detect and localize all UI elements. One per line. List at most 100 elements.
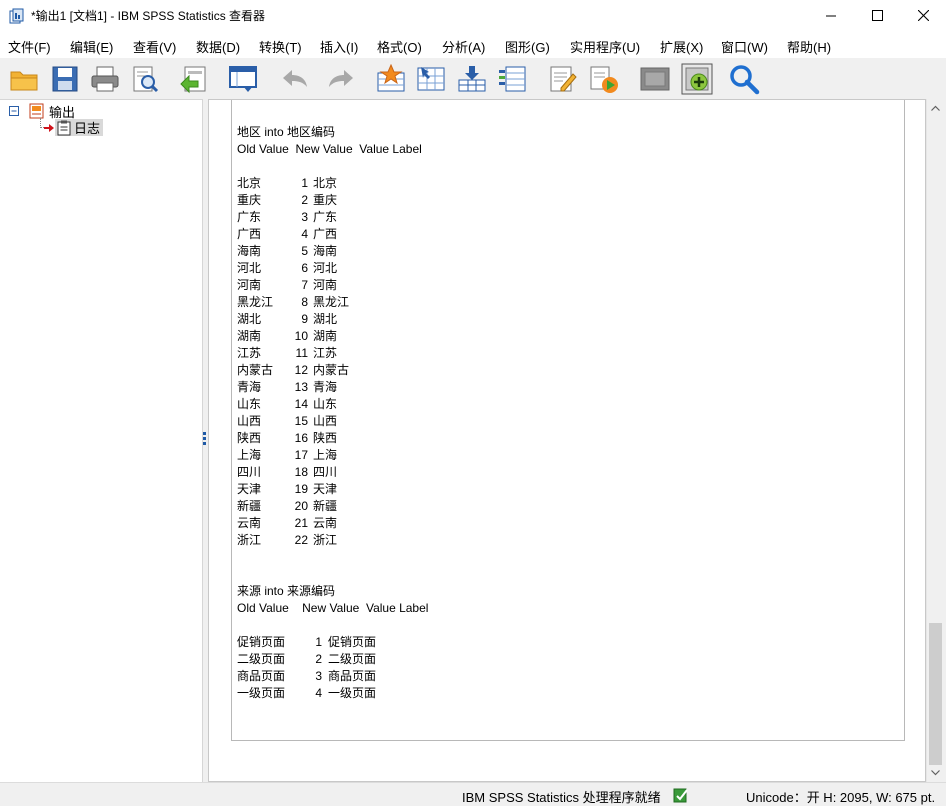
menu-insert[interactable]: 插入(I) xyxy=(320,37,358,56)
open-folder-icon xyxy=(10,71,38,91)
redo-button[interactable] xyxy=(324,62,358,96)
log-row: 湖南 10 湖南 xyxy=(237,328,428,345)
menu-data[interactable]: 数据(D) xyxy=(196,37,240,56)
maximize-button[interactable] xyxy=(854,0,900,31)
value-label: 天津 xyxy=(313,482,338,496)
save-button[interactable] xyxy=(48,62,82,96)
block2-heading: 来源 into 来源编码 xyxy=(237,584,336,598)
maximize-icon xyxy=(871,10,883,21)
value-label: 陕西 xyxy=(313,431,338,445)
add-item-button[interactable] xyxy=(680,62,714,96)
run-syntax-button[interactable] xyxy=(587,62,621,96)
menu-utilities[interactable]: 实用程序(U) xyxy=(570,37,640,56)
log-row: 重庆 2 重庆 xyxy=(237,192,428,209)
find-icon xyxy=(730,65,760,95)
value-label: 广东 xyxy=(313,210,338,224)
value-label: 内蒙古 xyxy=(313,363,350,377)
goto-data-button[interactable] xyxy=(226,62,260,96)
goto-variable-button[interactable] xyxy=(414,62,448,96)
new-value: 19 xyxy=(294,482,308,496)
new-value: 5 xyxy=(301,244,308,258)
designate-window-button[interactable] xyxy=(638,62,672,96)
tree-child-node[interactable]: 日志 xyxy=(43,119,104,136)
designate-window-icon xyxy=(640,67,670,91)
open-button[interactable] xyxy=(7,62,41,96)
new-value: 2 xyxy=(301,193,308,207)
processor-status: IBM SPSS Statistics 处理程序就绪 xyxy=(462,790,661,805)
output-content-pane: 地区 into 地区编码 Old Value New Value Value L… xyxy=(208,99,926,782)
log-row: 江苏 11 江苏 xyxy=(237,345,428,362)
log-row: 广东 3 广东 xyxy=(237,209,428,226)
new-value: 20 xyxy=(294,499,308,513)
log-blank-line xyxy=(237,158,428,175)
new-value: 21 xyxy=(294,516,308,530)
new-value: 18 xyxy=(294,465,308,479)
log-row: 黑龙江 8 黑龙江 xyxy=(237,294,428,311)
goto-data-icon xyxy=(229,66,257,92)
export-button[interactable] xyxy=(176,62,210,96)
minimize-button[interactable] xyxy=(808,0,854,31)
insert-cases-button[interactable] xyxy=(455,62,489,96)
log-row: 新疆 20 新疆 xyxy=(237,498,428,515)
scroll-up-button[interactable] xyxy=(927,99,944,116)
syntax-button[interactable] xyxy=(546,62,580,96)
menu-extensions[interactable]: 扩展(X) xyxy=(660,37,703,56)
print-icon xyxy=(91,66,119,92)
scroll-down-button[interactable] xyxy=(927,764,944,781)
value-label: 二级页面 xyxy=(328,652,377,666)
add-item-icon xyxy=(681,63,713,95)
undo-button[interactable] xyxy=(278,62,312,96)
log-blank-line xyxy=(237,549,428,566)
menu-format[interactable]: 格式(O) xyxy=(377,37,422,56)
goto-case-button[interactable] xyxy=(374,62,408,96)
new-value: 4 xyxy=(301,227,308,241)
scroll-thumb[interactable] xyxy=(929,623,942,765)
output-book-icon xyxy=(29,103,44,119)
menu-graphs[interactable]: 图形(G) xyxy=(505,37,550,56)
new-value: 1 xyxy=(301,176,308,190)
menu-edit[interactable]: 编辑(E) xyxy=(70,37,113,56)
value-label: 商品页面 xyxy=(328,669,377,683)
collapse-toggle-icon[interactable] xyxy=(9,105,20,117)
new-value: 13 xyxy=(294,380,308,394)
new-value: 11 xyxy=(295,346,308,360)
print-preview-button[interactable] xyxy=(128,62,162,96)
log-row: 河南 7 河南 xyxy=(237,277,428,294)
log-text: 地区 into 地区编码 Old Value New Value Value L… xyxy=(237,124,428,702)
menu-analyze[interactable]: 分析(A) xyxy=(442,37,485,56)
splitter-grip-icon[interactable] xyxy=(203,432,207,446)
value-label: 浙江 xyxy=(313,533,338,547)
vertical-scrollbar[interactable] xyxy=(926,99,943,782)
value-label: 青海 xyxy=(313,380,338,394)
value-label: 河南 xyxy=(313,278,338,292)
block1-rows: 北京 1 北京 重庆 2 重庆 广东 3 广东 广西 4 广西 海南 5 海南 河北 6 河北 河南 7 河南 黑龙江 8 黑… xyxy=(237,175,428,549)
value-label: 山东 xyxy=(313,397,338,411)
menu-file[interactable]: 文件(F) xyxy=(8,37,51,56)
toolbar xyxy=(0,58,946,98)
tree-root-label: 输出 xyxy=(49,104,76,120)
outline-pane: 输出 日志 xyxy=(0,99,203,782)
print-button[interactable] xyxy=(88,62,122,96)
spss-app-icon xyxy=(9,8,25,24)
value-label: 山西 xyxy=(313,414,338,428)
undo-icon xyxy=(283,70,307,87)
tree-child-label: 日志 xyxy=(74,121,101,136)
find-button[interactable] xyxy=(727,62,761,96)
value-label: 促销页面 xyxy=(328,635,377,649)
log-row: 云南 21 云南 xyxy=(237,515,428,532)
log-box[interactable]: 地区 into 地区编码 Old Value New Value Value L… xyxy=(231,100,905,741)
new-value: 2 xyxy=(315,652,322,666)
tree-root-node[interactable]: 输出 xyxy=(9,103,76,120)
menu-help[interactable]: 帮助(H) xyxy=(787,37,831,56)
value-label: 广西 xyxy=(313,227,338,241)
log-row: 山西 15 山西 xyxy=(237,413,428,430)
value-label: 北京 xyxy=(313,176,338,190)
menu-transform[interactable]: 转换(T) xyxy=(259,37,302,56)
menu-view[interactable]: 查看(V) xyxy=(133,37,176,56)
close-button[interactable] xyxy=(900,0,946,31)
value-label: 一级页面 xyxy=(328,686,377,700)
value-label: 云南 xyxy=(313,516,338,530)
menu-window[interactable]: 窗口(W) xyxy=(721,37,768,56)
variables-button[interactable] xyxy=(495,62,529,96)
block2-columns: Old Value New Value Value Label xyxy=(237,601,429,615)
